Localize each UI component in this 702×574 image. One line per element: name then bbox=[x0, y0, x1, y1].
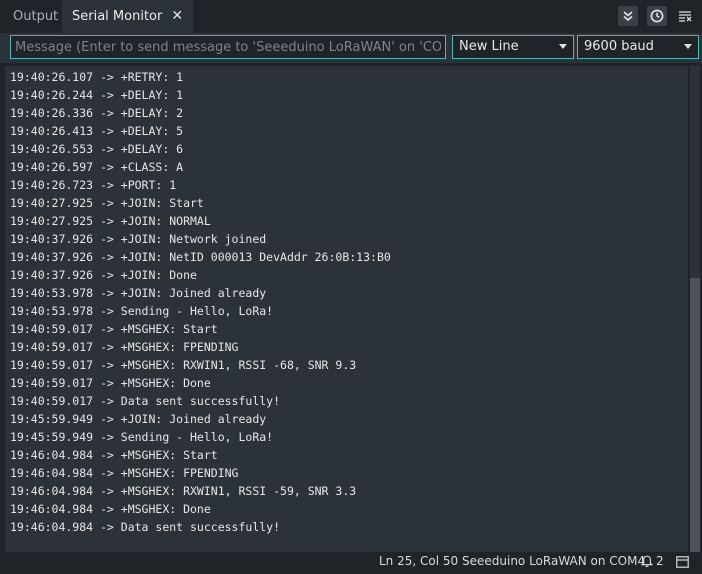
log-line: 19:40:26.413 -> +DELAY: 5 bbox=[10, 124, 184, 138]
log-line: 19:40:37.926 -> +JOIN: Done bbox=[10, 268, 197, 282]
clock-icon[interactable] bbox=[647, 6, 667, 26]
chevrons-down-icon[interactable] bbox=[618, 6, 638, 26]
log-line: 19:40:59.017 -> +MSGHEX: FPENDING bbox=[10, 340, 239, 354]
close-icon[interactable]: ✕ bbox=[171, 8, 183, 24]
log-line: 19:46:04.984 -> Data sent successfully! bbox=[10, 520, 281, 534]
status-bar: Ln 25, Col 50 Seeeduino LoRaWAN on COM4 … bbox=[0, 552, 702, 571]
bell-icon bbox=[641, 555, 653, 567]
log-line: 19:40:26.107 -> +RETRY: 1 bbox=[10, 70, 184, 84]
log-line: 19:40:26.553 -> +DELAY: 6 bbox=[10, 142, 184, 156]
log-line: 19:46:04.984 -> +MSGHEX: Done bbox=[10, 502, 211, 516]
baud-rate-value: 9600 baud bbox=[584, 39, 654, 54]
log-line: 19:40:53.978 -> Sending - Hello, LoRa! bbox=[10, 304, 274, 318]
log-line: 19:40:27.925 -> +JOIN: NORMAL bbox=[10, 214, 211, 228]
panel-toggle-icon[interactable] bbox=[676, 555, 689, 574]
tab-serial-monitor[interactable]: Serial Monitor ✕ bbox=[62, 0, 194, 33]
cursor-position[interactable]: Ln 25, Col 50 bbox=[379, 552, 458, 571]
log-line: 19:40:26.597 -> +CLASS: A bbox=[10, 160, 184, 174]
scrollbar-thumb[interactable] bbox=[690, 278, 700, 552]
tab-output-label: Output bbox=[13, 9, 59, 24]
baud-rate-select[interactable]: 9600 baud bbox=[577, 35, 699, 59]
serial-output: 19:40:26.107 -> +RETRY: 1 19:40:26.244 ->… bbox=[5, 66, 688, 552]
tab-output[interactable]: Output bbox=[13, 0, 58, 33]
notification-count: 2 bbox=[656, 554, 664, 568]
chevron-down-icon bbox=[684, 44, 692, 49]
log-line: 19:40:59.017 -> Data sent successfully! bbox=[10, 394, 281, 408]
log-line: 19:46:04.984 -> +MSGHEX: RXWIN1, RSSI -5… bbox=[10, 484, 357, 498]
chevron-down-icon bbox=[559, 44, 567, 49]
log-line: 19:45:59.949 -> +JOIN: Joined already bbox=[10, 412, 267, 426]
line-ending-select[interactable]: New Line bbox=[452, 35, 574, 59]
log-line: 19:45:59.949 -> Sending - Hello, LoRa! bbox=[10, 430, 274, 444]
scrollbar[interactable] bbox=[690, 66, 700, 552]
tab-serial-monitor-label: Serial Monitor bbox=[72, 9, 163, 24]
panel-tab-bar: Output Serial Monitor ✕ bbox=[0, 0, 702, 33]
log-line: 19:40:26.244 -> +DELAY: 1 bbox=[10, 88, 184, 102]
clear-output-icon[interactable] bbox=[675, 6, 695, 26]
log-line: 19:46:04.984 -> +MSGHEX: FPENDING bbox=[10, 466, 239, 480]
log-line: 19:40:59.017 -> +MSGHEX: RXWIN1, RSSI -6… bbox=[10, 358, 357, 372]
log-line: 19:40:26.723 -> +PORT: 1 bbox=[10, 178, 177, 192]
log-line: 19:40:59.017 -> +MSGHEX: Done bbox=[10, 376, 211, 390]
log-line: 19:40:27.925 -> +JOIN: Start bbox=[10, 196, 204, 210]
notifications[interactable]: 2 bbox=[641, 552, 664, 571]
serial-controls: New Line 9600 baud bbox=[0, 33, 702, 63]
board-port-status[interactable]: Seeeduino LoRaWAN on COM4 bbox=[462, 552, 645, 571]
log-line: 19:46:04.984 -> +MSGHEX: Start bbox=[10, 448, 218, 462]
log-line: 19:40:59.017 -> +MSGHEX: Start bbox=[10, 322, 218, 336]
log-line: 19:40:53.978 -> +JOIN: Joined already bbox=[10, 286, 267, 300]
log-line: 19:40:26.336 -> +DELAY: 2 bbox=[10, 106, 184, 120]
log-line: 19:40:37.926 -> +JOIN: NetID 000013 DevA… bbox=[10, 250, 391, 264]
message-input[interactable] bbox=[10, 35, 446, 59]
line-ending-value: New Line bbox=[459, 39, 519, 54]
log-line: 19:40:37.926 -> +JOIN: Network joined bbox=[10, 232, 267, 246]
